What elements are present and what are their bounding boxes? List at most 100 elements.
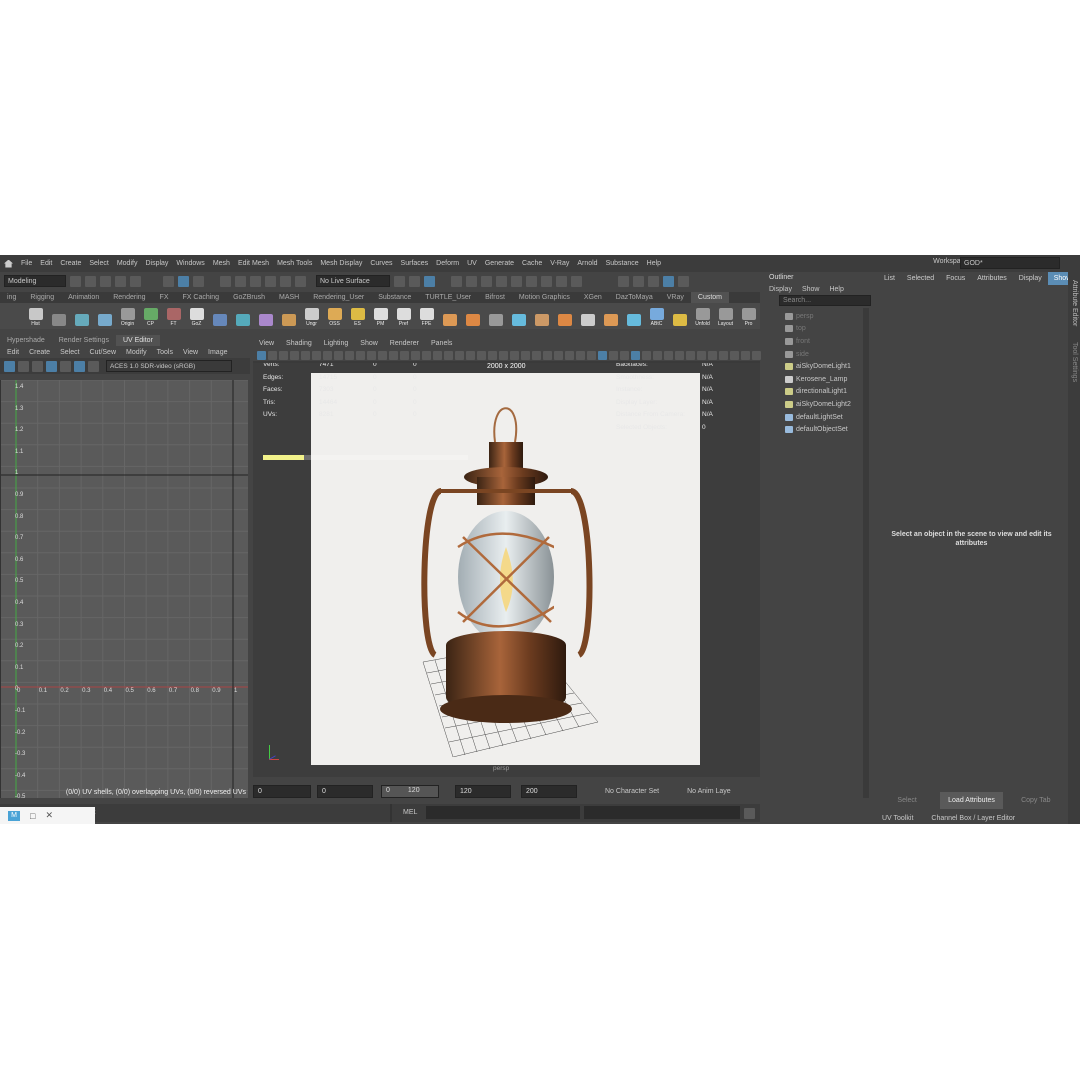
viewport-tool-icon[interactable] <box>642 350 651 360</box>
shelf-tab-turtle-user[interactable]: TURTLE_User <box>418 292 478 303</box>
outliner-item-kerosene_lamp[interactable]: Kerosene_Lamp <box>763 373 873 386</box>
attr-menu-list[interactable]: List <box>878 272 901 285</box>
attr-menu-display[interactable]: Display <box>1013 272 1048 285</box>
viewport-tool-icon[interactable] <box>389 350 398 360</box>
menu-item-display[interactable]: Display <box>145 260 168 267</box>
render-view-icon[interactable] <box>511 275 522 287</box>
menu-item-select[interactable]: Select <box>89 260 108 267</box>
shelf-button-cp[interactable]: CP <box>141 305 160 327</box>
viewport-tool-icon[interactable] <box>598 350 607 360</box>
render-frame-icon[interactable] <box>451 275 462 287</box>
uv-menu-cut-sew[interactable]: Cut/Sew <box>90 349 116 356</box>
shelf-button-pm[interactable]: PM <box>371 305 390 327</box>
shelf-tab-substance[interactable]: Substance <box>371 292 418 303</box>
uv-menu-view[interactable]: View <box>183 349 198 356</box>
viewport-tool-icon[interactable] <box>554 350 563 360</box>
footer-tab-uv-toolkit[interactable]: UV Toolkit <box>882 815 913 822</box>
viewport-tool-icon[interactable] <box>290 350 299 360</box>
start-frame-field[interactable]: 0 <box>253 784 311 798</box>
shelf-tab-motion-graphics[interactable]: Motion Graphics <box>512 292 577 303</box>
viewport-tool-icon[interactable] <box>543 350 552 360</box>
new-scene-icon[interactable] <box>70 275 81 287</box>
outliner-scrollbar[interactable] <box>863 308 869 798</box>
viewport-tool-icon[interactable] <box>510 350 519 360</box>
outliner-item-persp[interactable]: persp <box>763 310 873 323</box>
load-attributes-button[interactable]: Load Attributes <box>940 792 1003 809</box>
shelf-button-9[interactable] <box>233 305 252 327</box>
viewport-tool-icon[interactable] <box>631 350 640 360</box>
menu-item-generate[interactable]: Generate <box>485 260 514 267</box>
refresh-icon[interactable] <box>571 275 582 287</box>
live-surface-field[interactable]: No Live Surface <box>316 275 390 287</box>
outliner-search[interactable]: Search... <box>779 295 871 306</box>
viewport-tool-icon[interactable] <box>741 350 750 360</box>
viewport-tool-icon[interactable] <box>587 350 596 360</box>
camera-icon[interactable] <box>618 275 629 287</box>
mode-select[interactable]: Modeling <box>4 275 66 287</box>
uv-menu-create[interactable]: Create <box>29 349 50 356</box>
select-hierarchy-icon[interactable] <box>163 275 174 287</box>
menu-item-edit[interactable]: Edit <box>40 260 52 267</box>
viewport-tool-icon[interactable] <box>477 350 486 360</box>
shelf-button-pro[interactable]: Pro <box>739 305 758 327</box>
colorspace-select[interactable]: ACES 1.0 SDR-video (sRGB) <box>106 360 232 372</box>
shelf-button-10[interactable] <box>256 305 275 327</box>
uv-checker-icon[interactable] <box>32 360 43 372</box>
uv-menu-edit[interactable]: Edit <box>7 349 19 356</box>
uv-menu-modify[interactable]: Modify <box>126 349 147 356</box>
snap-view-icon[interactable] <box>265 275 276 287</box>
menu-item-v-ray[interactable]: V-Ray <box>550 260 569 267</box>
viewport-menu-view[interactable]: View <box>259 340 274 347</box>
shelf-button-oss[interactable]: OSS <box>325 305 344 327</box>
menu-item-uv[interactable]: UV <box>467 260 477 267</box>
shelf-tab-mash[interactable]: MASH <box>272 292 306 303</box>
input-ops-icon[interactable] <box>394 275 405 287</box>
menu-item-create[interactable]: Create <box>60 260 81 267</box>
side-tab-attribute-editor[interactable]: Attribute Editor <box>1071 280 1078 326</box>
outliner-item-aiskydomelight2[interactable]: aiSkyDomeLight2 <box>763 398 873 411</box>
redo-icon[interactable] <box>130 275 141 287</box>
shelf-tab-daztomaya[interactable]: DazToMaya <box>609 292 660 303</box>
vray-icon[interactable] <box>556 275 567 287</box>
character-set[interactable]: No Character Set <box>605 788 659 795</box>
shelf-tab-custom[interactable]: Custom <box>690 292 730 303</box>
shelf-button-24[interactable] <box>578 305 597 327</box>
shelf-tab-gozbrush[interactable]: GoZBrush <box>226 292 272 303</box>
shelf-button-20[interactable] <box>486 305 505 327</box>
outliner-item-defaultlightset[interactable]: defaultLightSet <box>763 411 873 424</box>
uv-image-icon[interactable] <box>74 360 85 372</box>
viewport-menu-lighting[interactable]: Lighting <box>324 340 349 347</box>
anim-layer[interactable]: No Anim Laye <box>687 788 731 795</box>
viewport-tool-icon[interactable] <box>411 350 420 360</box>
shelf-button-11[interactable] <box>279 305 298 327</box>
viewport-menu-panels[interactable]: Panels <box>431 340 452 347</box>
shelf-button-fpe[interactable]: FPE <box>417 305 436 327</box>
shelf-button-abtc[interactable]: ABtC <box>647 305 666 327</box>
shelf-button-19[interactable] <box>463 305 482 327</box>
shelf-button-origin[interactable]: Origin <box>118 305 137 327</box>
viewport-tool-icon[interactable] <box>565 350 574 360</box>
layout-icon[interactable] <box>663 275 674 287</box>
shelf-button-hist[interactable]: Hist <box>26 305 45 327</box>
shelf-tab-xgen[interactable]: XGen <box>577 292 609 303</box>
shelf-button-ft[interactable]: FT <box>164 305 183 327</box>
attr-menu-focus[interactable]: Focus <box>940 272 971 285</box>
menu-item-file[interactable]: File <box>21 260 32 267</box>
shelf-tab-fx-caching[interactable]: FX Caching <box>176 292 227 303</box>
uv-grid-view[interactable]: 1.4 1.3 1.2 1.1 1 0.9 0.8 0.7 0.6 0.5 0.4 0.3 0.2 0.1… <box>0 380 248 798</box>
shelf-button-8[interactable] <box>210 305 229 327</box>
playback-start-field[interactable]: 0 <box>317 784 373 798</box>
shelf-button-ungr[interactable]: Ungr <box>302 305 321 327</box>
viewport-tool-icon[interactable] <box>345 350 354 360</box>
shelf-button-18[interactable] <box>440 305 459 327</box>
viewport-tool-icon[interactable] <box>499 350 508 360</box>
mel-label[interactable]: MEL <box>403 809 417 816</box>
viewport-tool-icon[interactable] <box>697 350 706 360</box>
menu-item-substance[interactable]: Substance <box>606 260 639 267</box>
uv-snapshot-icon[interactable] <box>4 360 15 372</box>
shelf-button-es[interactable]: ES <box>348 305 367 327</box>
uv-menu-select[interactable]: Select <box>60 349 79 356</box>
snap-point-icon[interactable] <box>250 275 261 287</box>
select-button[interactable]: Select <box>876 792 939 809</box>
restore-icon[interactable]: □ <box>30 811 35 821</box>
